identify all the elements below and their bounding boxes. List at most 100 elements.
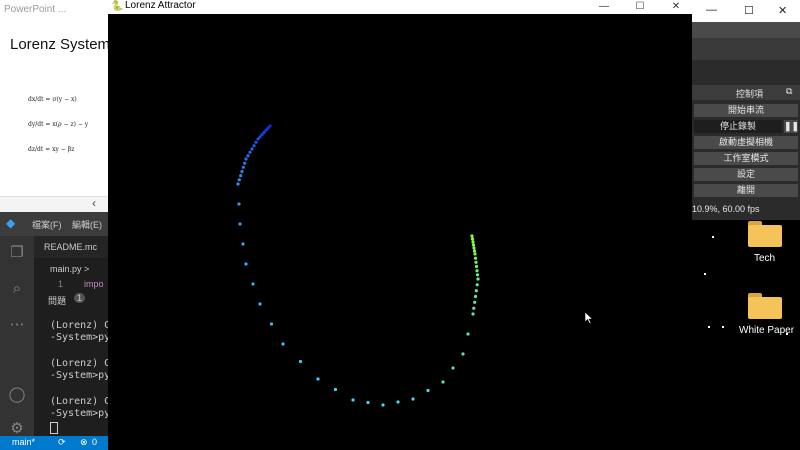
minimize-button[interactable]: — (588, 0, 620, 14)
trail-point (474, 260, 478, 264)
editor-tabs: README.mc (34, 236, 108, 258)
maximize-button[interactable]: ☐ (624, 0, 656, 14)
search-icon[interactable]: ⌕ (8, 280, 26, 298)
powerpoint-title: PowerPoint ... (4, 4, 67, 15)
trail-point (241, 242, 245, 246)
trail-point (475, 273, 480, 277)
problems-badge: 1 (74, 293, 86, 303)
error-count-icon[interactable]: ⊗ (80, 437, 88, 448)
start-virtual-camera-button[interactable]: 啟動虛擬相機 (694, 136, 798, 149)
line-number: 1 (58, 279, 64, 289)
trail-point (281, 342, 285, 346)
vscode-menubar: ◆ 檔案(F) 編輯(E) (0, 212, 108, 236)
trail-point (473, 256, 478, 260)
desktop-speck (708, 326, 710, 328)
obs-maximize-button[interactable]: ☐ (744, 4, 754, 17)
terminal-line: -System>pyt (50, 370, 117, 381)
tab-problems[interactable]: 問題 (48, 294, 66, 307)
lorenz-window: 🐍 Lorenz Attractor — ☐ ✕ (108, 0, 692, 450)
trail-point (461, 352, 465, 356)
pause-icon[interactable]: ❚❚ (784, 120, 799, 133)
powerpoint-titlebar[interactable]: PowerPoint ... (0, 0, 108, 22)
status-bar: main* ⟳ ⊗ 0 (0, 436, 108, 450)
panel-tabs: 問題 1 (34, 290, 108, 308)
trail-point (411, 397, 415, 401)
trail-point (471, 243, 476, 247)
folder-icon[interactable] (748, 293, 782, 319)
obs-panel (692, 60, 800, 84)
breadcrumb-main-py[interactable]: main.py > (50, 264, 89, 274)
trail-point (244, 157, 248, 161)
desktop-speck (704, 273, 706, 275)
trail-point (237, 202, 241, 206)
desktop-speck (786, 333, 788, 335)
lorenz-titlebar[interactable]: 🐍 Lorenz Attractor — ☐ ✕ (108, 0, 692, 14)
attractor-canvas[interactable] (108, 14, 692, 450)
activity-bar: ❐ ⌕ ⋯ ◯ ⚙ (0, 236, 34, 437)
vscode-logo-icon: ◆ (6, 216, 16, 230)
obs-minimize-button[interactable]: — (706, 4, 717, 16)
trail-point (381, 403, 385, 407)
trail-point (316, 377, 320, 381)
trail-point (472, 246, 476, 250)
trail-point (238, 222, 242, 226)
trail-point (258, 302, 262, 306)
settings-button[interactable]: 設定 (694, 168, 798, 181)
controls-header: 控制項 ⧉ (692, 85, 800, 100)
obs-close-button[interactable]: ✕ (778, 4, 787, 17)
trail-point (473, 294, 478, 299)
branch-indicator[interactable]: main* (12, 437, 35, 447)
exit-button[interactable]: 離開 (694, 184, 798, 197)
trail-point (471, 312, 475, 316)
trail-point (473, 300, 477, 304)
trail-point (474, 289, 478, 293)
terminal-line: -System>pyt (50, 408, 117, 419)
trail-point (473, 252, 477, 256)
trail-point (471, 240, 475, 244)
trail-point (475, 269, 479, 273)
equation-dz: dz/dt = xy − βz (28, 146, 75, 153)
desktop-icon-label[interactable]: Tech (754, 253, 775, 264)
stop-recording-button[interactable]: 停止錄製 (694, 120, 782, 133)
more-icon[interactable]: ⋯ (8, 316, 26, 334)
terminal-line: -System>pyt (50, 332, 117, 343)
lorenz-title: Lorenz Attractor (125, 0, 196, 11)
account-icon[interactable]: ◯ (8, 386, 26, 404)
obs-window: — ☐ ✕ 控制項 ⧉ 開始串流 停止錄製 ❚❚ 啟動虛擬相機 工作室模式 設定… (692, 0, 800, 220)
obs-titlebar[interactable]: — ☐ ✕ (692, 0, 800, 22)
trail-point (250, 147, 254, 151)
vscode-window: ◆ 檔案(F) 編輯(E) ❐ ⌕ ⋯ ◯ ⚙ README.mc main.p… (0, 212, 116, 450)
trail-point (475, 283, 479, 287)
trail-point (239, 174, 243, 178)
trail-point (472, 249, 477, 253)
menu-edit[interactable]: 編輯(E) (72, 218, 102, 231)
error-count: 0 (92, 437, 98, 447)
terminal[interactable]: (Lorenz) C: -System>pyt (Lorenz) C: -Sys… (34, 308, 116, 436)
explorer-icon[interactable]: ❐ (8, 244, 26, 262)
trail-point (470, 234, 474, 238)
equation-dy: dy/dt = x(ρ − z) − y (28, 121, 89, 128)
trail-point (254, 140, 258, 144)
studio-mode-button[interactable]: 工作室模式 (694, 152, 798, 165)
app-icon: 🐍 (111, 1, 124, 12)
trail-point (351, 398, 355, 402)
menu-file[interactable]: 檔案(F) (32, 218, 62, 231)
trail-point (472, 306, 476, 310)
sync-icon[interactable]: ⟳ (58, 437, 66, 448)
trail-point (333, 387, 338, 392)
trail-point (237, 178, 241, 182)
dock-icon[interactable]: ⧉ (786, 86, 792, 97)
close-button[interactable]: ✕ (660, 0, 692, 14)
editor[interactable]: main.py > 1 impo (34, 258, 108, 289)
terminal-cursor (50, 422, 58, 434)
folder-icon[interactable] (748, 221, 782, 247)
trail-point (240, 169, 244, 174)
trail-point (298, 359, 303, 364)
trail-point (248, 150, 252, 154)
chevron-left-icon[interactable]: ‹ (92, 196, 96, 210)
start-streaming-button[interactable]: 開始串流 (694, 104, 798, 117)
trail-point (243, 161, 247, 165)
trail-point (236, 182, 240, 186)
tab-readme[interactable]: README.mc (44, 242, 97, 252)
desktop-speck (712, 236, 714, 238)
